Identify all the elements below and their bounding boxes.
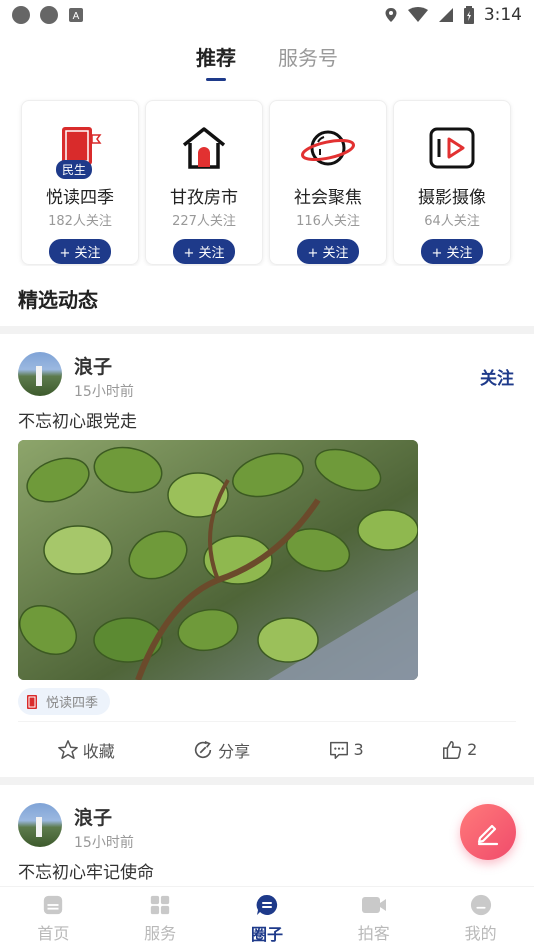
tab-recommend[interactable]: 推荐 <box>196 42 236 77</box>
tab-service-accounts[interactable]: 服务号 <box>278 42 338 77</box>
author-name[interactable]: 浪子 <box>74 803 134 830</box>
collect-button[interactable]: 收藏 <box>57 738 115 762</box>
signal-icon <box>438 8 453 22</box>
share-label: 分享 <box>218 741 251 761</box>
nav-item-reporter[interactable]: 拍客 <box>334 894 414 944</box>
nav-label: 拍客 <box>357 923 390 943</box>
chat-bubble-icon <box>256 894 278 915</box>
card-followers: 116人关注 <box>296 214 360 229</box>
topic-tag[interactable]: 悦读四季 <box>18 688 111 715</box>
avatar[interactable] <box>18 803 62 847</box>
video-icon <box>424 121 480 175</box>
house-icon <box>176 121 232 175</box>
sync-icon <box>12 6 30 24</box>
card-followers: 182人关注 <box>48 214 112 229</box>
location-icon <box>385 8 397 22</box>
section-title: 精选动态 <box>18 288 98 312</box>
post-header: 浪子 15小时前 关注 <box>18 334 516 401</box>
status-bar: A 3:14 <box>0 0 534 30</box>
card-followers: 64人关注 <box>424 214 480 229</box>
recommend-card[interactable]: 摄影摄像 64人关注 + 关注 <box>393 100 511 265</box>
nav-label: 我的 <box>464 923 497 943</box>
status-bar-right: 3:14 <box>384 5 522 25</box>
thumbs-up-icon <box>443 740 462 759</box>
share-button[interactable]: 分享 <box>192 738 250 762</box>
book-icon <box>27 694 37 709</box>
divider <box>0 777 534 785</box>
card-title: 社会聚焦 <box>294 188 362 208</box>
nav-item-home[interactable]: 首页 <box>13 894 93 944</box>
card-followers: 227人关注 <box>172 214 236 229</box>
nav-item-profile[interactable]: 我的 <box>441 894 521 944</box>
status-bar-left: A <box>12 6 84 24</box>
comment-button[interactable]: 3 <box>328 739 364 761</box>
author-name[interactable]: 浪子 <box>74 352 134 379</box>
post-header: 浪子 15小时前 <box>18 785 516 852</box>
post-meta: 浪子 15小时前 <box>74 803 134 852</box>
divider <box>0 326 534 334</box>
grid-icon <box>151 895 170 914</box>
recommend-card[interactable]: 民生 悦读四季 182人关注 + 关注 <box>21 100 139 265</box>
battery-icon <box>463 6 474 24</box>
comment-count: 3 <box>353 740 364 759</box>
recommend-card[interactable]: 甘孜房市 227人关注 + 关注 <box>145 100 263 265</box>
badge-label: 民生 <box>56 160 93 179</box>
svg-text:A: A <box>73 11 80 22</box>
share-icon <box>194 740 212 758</box>
card-title: 甘孜房市 <box>170 188 238 208</box>
follow-button[interactable]: 关注 <box>480 364 514 389</box>
status-time: 3:14 <box>483 5 522 25</box>
planet-icon <box>300 121 356 175</box>
recommend-card[interactable]: 社会聚焦 116人关注 + 关注 <box>269 100 387 265</box>
nav-label: 首页 <box>37 923 70 943</box>
nav-label: 圈子 <box>250 924 283 944</box>
follow-button[interactable]: + 关注 <box>173 239 235 264</box>
follow-button[interactable]: + 关注 <box>297 239 359 264</box>
avatar[interactable] <box>18 352 62 396</box>
card-title: 悦读四季 <box>46 188 114 208</box>
post-time: 15小时前 <box>74 384 134 400</box>
nav-item-services[interactable]: 服务 <box>120 894 200 944</box>
home-icon <box>44 895 63 914</box>
pencil-icon <box>477 824 499 846</box>
like-count: 2 <box>467 740 478 759</box>
nav-item-circle[interactable]: 圈子 <box>227 893 307 945</box>
book-icon: 民生 <box>52 121 108 179</box>
post-text: 不忘初心牢记使命 <box>18 863 154 883</box>
follow-button[interactable]: + 关注 <box>49 239 111 264</box>
like-button[interactable]: 2 <box>441 739 477 761</box>
camera-icon <box>361 896 386 913</box>
circle-icon <box>40 6 58 24</box>
feed-post[interactable]: 浪子 15小时前 关注 不忘初心跟党走 悦读四季 收藏 分享 3 2 <box>0 334 534 777</box>
comment-icon <box>329 741 348 759</box>
follow-button[interactable]: + 关注 <box>421 239 483 264</box>
star-icon <box>57 739 78 759</box>
feed-post[interactable]: 浪子 15小时前 不忘初心牢记使命 <box>0 785 534 883</box>
compose-button[interactable] <box>460 804 516 860</box>
wifi-icon <box>407 7 428 22</box>
post-time: 15小时前 <box>74 835 134 851</box>
post-actions: 收藏 分享 3 2 <box>18 721 516 777</box>
top-tabs: 推荐 服务号 <box>0 30 534 88</box>
topic-tag-label: 悦读四季 <box>46 696 99 711</box>
text-icon: A <box>69 8 83 22</box>
bottom-nav: 首页 服务 圈子 拍客 我的 <box>0 886 534 950</box>
post-image[interactable] <box>18 440 418 680</box>
nav-label: 服务 <box>144 923 177 943</box>
profile-icon <box>470 894 491 915</box>
post-text: 不忘初心跟党走 <box>18 412 137 432</box>
card-title: 摄影摄像 <box>418 188 486 208</box>
post-meta: 浪子 15小时前 <box>74 352 134 401</box>
recommend-cards: 民生 悦读四季 182人关注 + 关注 甘孜房市 227人关注 + 关注 社会聚… <box>0 88 534 266</box>
collect-label: 收藏 <box>82 741 115 761</box>
